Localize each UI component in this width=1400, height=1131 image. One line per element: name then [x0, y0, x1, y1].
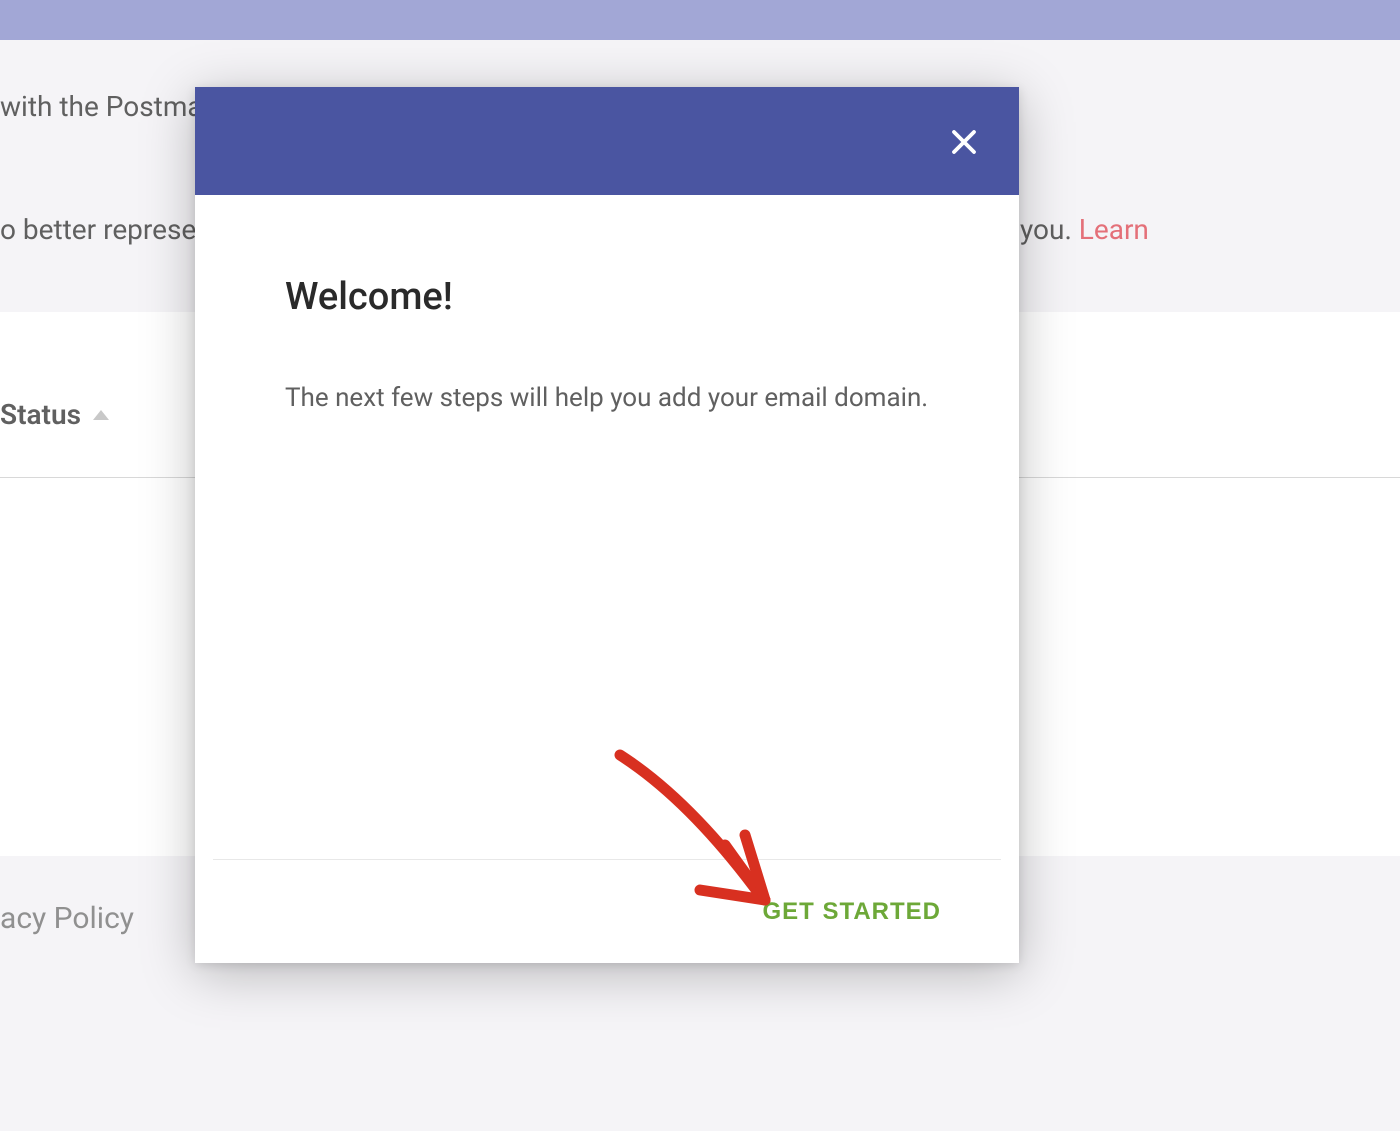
modal-footer: GET STARTED	[213, 859, 1001, 963]
get-started-button[interactable]: GET STARTED	[762, 898, 941, 926]
background-text-you: you.	[1020, 213, 1079, 246]
modal-header	[195, 87, 1019, 195]
background-text-postma: with the Postma	[0, 90, 203, 123]
modal-title: Welcome!	[285, 275, 929, 319]
close-icon	[949, 127, 979, 157]
welcome-modal: Welcome! The next few steps will help yo…	[195, 87, 1019, 963]
sort-ascending-icon	[93, 410, 109, 420]
privacy-policy-link[interactable]: acy Policy	[0, 901, 134, 936]
status-column-header[interactable]: Status	[0, 398, 109, 431]
learn-link[interactable]: Learn	[1079, 213, 1149, 246]
background-text-represent: o better represe	[0, 213, 196, 246]
modal-body-text: The next few steps will help you add you…	[285, 379, 929, 418]
close-button[interactable]	[944, 122, 984, 162]
status-label: Status	[0, 398, 81, 431]
modal-body: Welcome! The next few steps will help yo…	[195, 195, 1019, 859]
background-text-you-learn: you. Learn	[1020, 213, 1149, 246]
top-banner-band	[0, 0, 1400, 40]
